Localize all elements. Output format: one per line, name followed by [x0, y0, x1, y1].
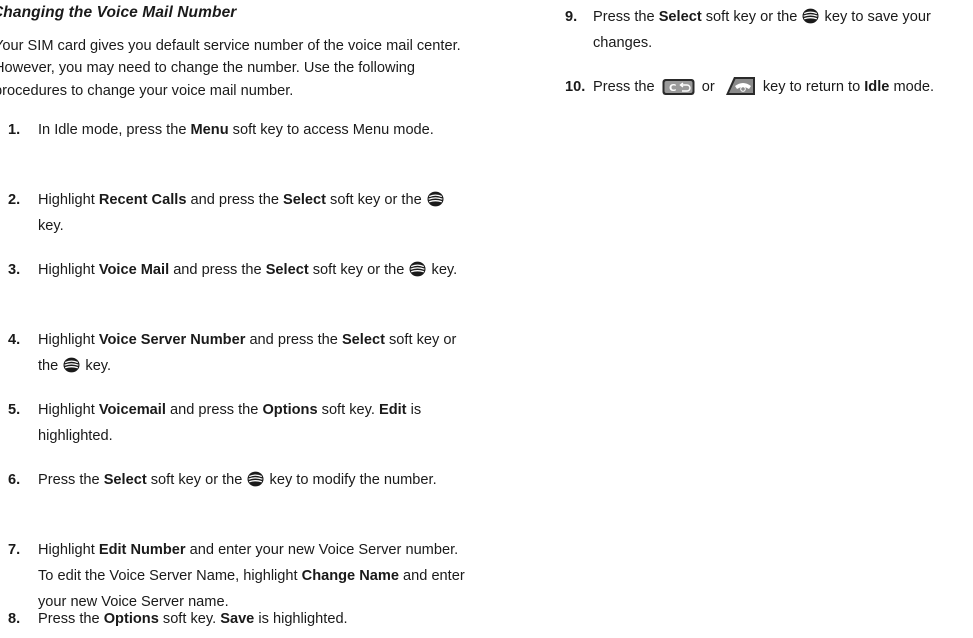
step-number: 10.: [565, 79, 586, 95]
bold-term: Voicemail: [98, 402, 166, 418]
step-text-run: soft key or the: [146, 472, 247, 488]
step-number: 3.: [8, 262, 21, 278]
step-text: Highlight Recent Calls and press the Sel…: [38, 187, 468, 239]
step-text-run: Highlight: [38, 542, 99, 558]
bold-term: Voice Mail: [98, 262, 170, 278]
step-text-run: key.: [38, 218, 64, 234]
step-text: Highlight Voicemail and press the Option…: [38, 397, 468, 449]
bold-term: Select: [341, 332, 385, 348]
step-number: 1.: [8, 122, 21, 138]
bold-term: Save: [220, 611, 255, 627]
clear-key-icon: C: [662, 78, 695, 96]
bold-term: Recent Calls: [98, 192, 187, 208]
bold-term: Select: [103, 472, 147, 488]
step-text-run: Press the: [38, 611, 104, 627]
bold-term: Menu: [190, 122, 229, 138]
step-text-run: Highlight: [38, 192, 99, 208]
bold-term: Voice Server Number: [98, 332, 246, 348]
step-text-run: is highlighted.: [254, 611, 348, 627]
step-text-run: Press the: [38, 472, 104, 488]
step-text-run: soft key.: [317, 402, 379, 418]
section-heading: Changing the Voice Mail Number: [0, 4, 237, 21]
bold-term: Idle: [864, 79, 890, 95]
step-text-run: key.: [427, 262, 458, 278]
step-text-run: and press the: [186, 192, 283, 208]
bold-term: Edit: [378, 402, 407, 418]
step-text-run: soft key to access Menu mode.: [228, 122, 434, 138]
step-number: 6.: [8, 472, 21, 488]
step-text-run: soft key or the: [308, 262, 409, 278]
step-text: Press the C or key to return to Idle mod…: [593, 74, 973, 100]
step-text-run: In Idle mode, press the: [38, 122, 191, 138]
step-text-run: and press the: [169, 262, 266, 278]
step-text: In Idle mode, press the Menu soft key to…: [38, 117, 468, 143]
step-number: 8.: [8, 611, 21, 627]
bold-term: Select: [283, 192, 326, 208]
bold-term: Options: [103, 611, 159, 627]
step-text: Highlight Edit Number and enter your new…: [38, 537, 468, 615]
ok-key-icon: [63, 357, 80, 373]
step-text: Highlight Voice Server Number and press …: [38, 327, 468, 379]
svg-text:C: C: [669, 83, 676, 94]
ok-key-icon: [427, 191, 444, 207]
intro-paragraph: Your SIM card gives you default service …: [0, 38, 461, 99]
step-text-run: Highlight: [38, 332, 99, 348]
step-text-run: Press the: [593, 9, 659, 25]
step-text-run: mode.: [889, 79, 935, 95]
step-number: 7.: [8, 542, 21, 558]
step-text-run: and press the: [245, 332, 342, 348]
step-text-run: soft key or the: [701, 9, 802, 25]
bold-term: Edit Number: [98, 542, 186, 558]
bold-term: Select: [658, 9, 702, 25]
bold-term: Options: [262, 402, 318, 418]
step-text-run: Press the: [593, 79, 659, 95]
step-text-run: key.: [81, 358, 112, 374]
step-number: 5.: [8, 402, 21, 418]
ok-key-icon: [409, 261, 426, 277]
step-text: Press the Select soft key or the key to …: [38, 467, 468, 493]
step-text: Press the Options soft key. Save is high…: [38, 606, 468, 632]
step-number: 9.: [565, 9, 578, 25]
bold-term: Change Name: [301, 568, 399, 584]
step-number: 2.: [8, 192, 21, 208]
step-text: Highlight Voice Mail and press the Selec…: [38, 257, 468, 283]
step-text-run: soft key or the: [326, 192, 426, 208]
end-key-icon: [722, 76, 756, 96]
step-text-run: soft key.: [158, 611, 221, 627]
step-text-run: or: [697, 79, 719, 95]
step-number: 4.: [8, 332, 21, 348]
step-text: Press the Select soft key or the key to …: [593, 4, 973, 56]
step-text-run: key to return to: [758, 79, 865, 95]
step-text-run: Highlight: [38, 262, 99, 278]
bold-term: Select: [265, 262, 309, 278]
ok-key-icon: [247, 471, 264, 487]
step-text-run: key to modify the number.: [265, 472, 437, 488]
step-text-run: Highlight: [38, 402, 99, 418]
step-text-run: and press the: [165, 402, 263, 418]
ok-key-icon: [802, 8, 819, 24]
